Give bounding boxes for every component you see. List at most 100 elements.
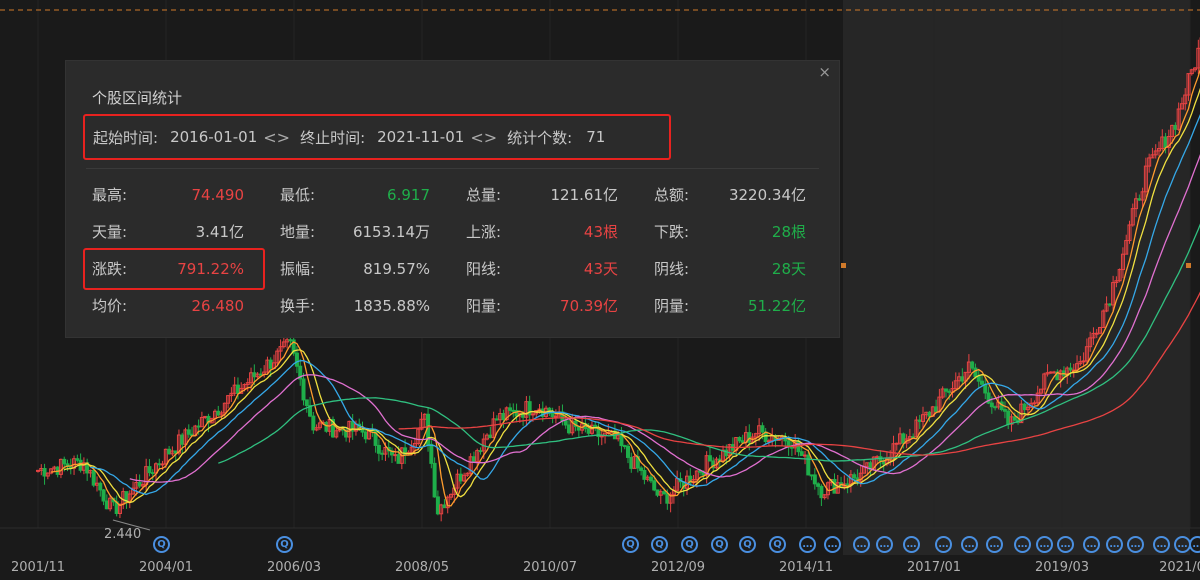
candle-body <box>1006 410 1011 425</box>
stat-value: 819.57% <box>363 260 430 278</box>
q-event-icon[interactable]: Q <box>276 536 293 553</box>
x-tick-label: 2004/01 <box>138 560 194 575</box>
candle-body <box>806 454 811 476</box>
candle-body <box>563 420 568 426</box>
candle-body <box>901 433 906 444</box>
more-event-icon[interactable]: … <box>1036 536 1053 553</box>
stat-value: 70.39亿 <box>560 297 618 315</box>
stat-label: 均价: <box>92 297 128 315</box>
q-event-icon[interactable]: Q <box>739 536 756 553</box>
close-icon[interactable]: × <box>818 63 831 81</box>
candle-body <box>852 474 857 479</box>
stat-label: 总量: <box>466 186 502 204</box>
more-event-icon[interactable]: … <box>853 536 870 553</box>
stat-value: 43天 <box>583 260 618 278</box>
candle-body <box>655 489 660 496</box>
candle-body <box>832 478 837 494</box>
stat-value: 43根 <box>583 223 618 241</box>
candle-body <box>258 373 263 376</box>
candle-body <box>501 413 506 420</box>
candle-body <box>819 485 824 499</box>
candle-body <box>471 456 476 463</box>
candle-body <box>875 456 880 459</box>
candle-body <box>947 390 952 393</box>
more-event-icon[interactable]: … <box>1189 536 1200 553</box>
candle-body <box>311 415 316 431</box>
more-event-icon[interactable]: … <box>961 536 978 553</box>
more-event-icon[interactable]: … <box>876 536 893 553</box>
stat-value: 26.480 <box>191 297 245 315</box>
stat-value: 51.22亿 <box>748 297 806 315</box>
candle-body <box>360 429 365 433</box>
q-event-icon[interactable]: Q <box>153 536 170 553</box>
stat-label: 阳量: <box>466 297 502 315</box>
x-tick-label: 2010/07 <box>522 560 578 575</box>
x-tick-label: 2012/09 <box>650 560 706 575</box>
q-event-icon[interactable]: Q <box>651 536 668 553</box>
start-value[interactable]: 2016-01-01 <box>170 128 257 146</box>
candle-body <box>396 454 401 464</box>
candle-body <box>98 482 103 491</box>
range-handle <box>1186 263 1191 268</box>
end-stepper-icon[interactable]: <> <box>470 128 497 147</box>
more-event-icon[interactable]: … <box>1014 536 1031 553</box>
stat-label: 天量: <box>92 223 128 241</box>
candle-body <box>147 466 152 474</box>
stat-value: 6.917 <box>387 186 430 204</box>
more-event-icon[interactable]: … <box>1106 536 1123 553</box>
candle-body <box>196 425 201 428</box>
stat-value: 28天 <box>771 260 806 278</box>
stat-label: 阳线: <box>466 260 502 278</box>
candle-body <box>160 463 165 466</box>
more-event-icon[interactable]: … <box>1127 536 1144 553</box>
q-event-icon[interactable]: Q <box>622 536 639 553</box>
q-event-icon[interactable]: Q <box>711 536 728 553</box>
candle-body <box>553 415 558 418</box>
candle-body <box>740 440 745 443</box>
candle-body <box>1032 402 1037 405</box>
candle-body <box>104 500 109 510</box>
stat-label: 最低: <box>280 186 316 204</box>
x-tick-label: 2001/11 <box>10 560 66 575</box>
x-tick-label: 2019/03 <box>1034 560 1090 575</box>
more-event-icon[interactable]: … <box>1057 536 1074 553</box>
stat-label: 阴线: <box>654 260 690 278</box>
candle-body <box>812 474 817 485</box>
more-event-icon[interactable]: … <box>1083 536 1100 553</box>
end-value[interactable]: 2021-11-01 <box>377 128 464 146</box>
start-stepper-icon[interactable]: <> <box>263 128 290 147</box>
stat-value: 6153.14万 <box>352 223 430 241</box>
candle-body <box>993 406 998 409</box>
candle-body <box>599 435 604 438</box>
candle-body <box>252 372 257 378</box>
x-tick-label: 2006/03 <box>266 560 322 575</box>
stat-label: 阴量: <box>654 297 690 315</box>
candle-body <box>943 388 948 392</box>
q-event-icon[interactable]: Q <box>681 536 698 553</box>
candle-body <box>1068 367 1073 371</box>
more-event-icon[interactable]: … <box>903 536 920 553</box>
range-handle <box>841 263 846 268</box>
candle-body <box>150 472 155 475</box>
more-event-icon[interactable]: … <box>935 536 952 553</box>
candle-body <box>662 491 667 495</box>
candle-body <box>432 462 437 498</box>
stat-value: 3220.34亿 <box>728 186 806 204</box>
more-event-icon[interactable]: … <box>986 536 1003 553</box>
min-price-label: 2.440 <box>104 527 142 542</box>
selected-range <box>843 0 1190 555</box>
candle-body <box>62 458 67 465</box>
more-event-icon[interactable]: … <box>1153 536 1170 553</box>
more-event-icon[interactable]: … <box>824 536 841 553</box>
q-event-icon[interactable]: Q <box>769 536 786 553</box>
more-event-icon[interactable]: … <box>799 536 816 553</box>
highlight-box <box>83 248 265 290</box>
candle-body <box>216 410 221 416</box>
start-label: 起始时间: <box>93 128 159 147</box>
